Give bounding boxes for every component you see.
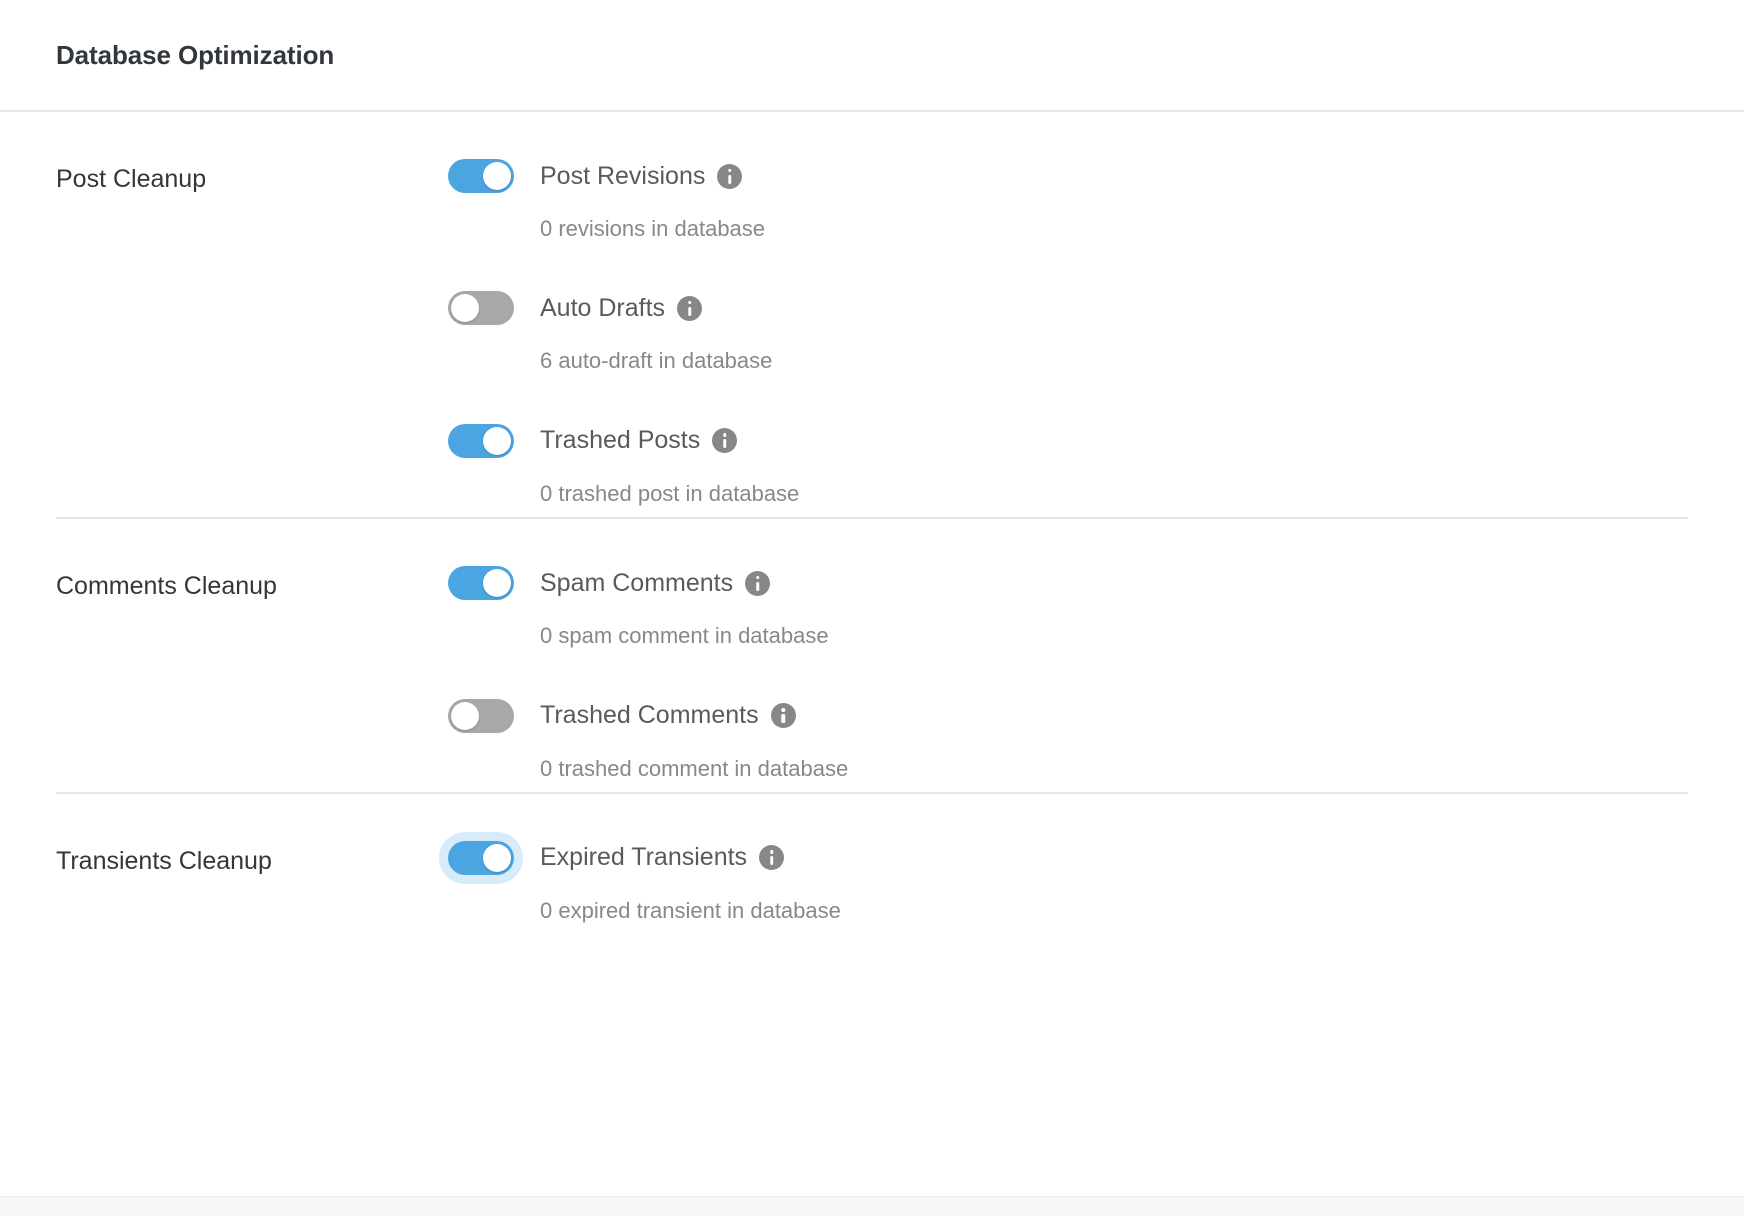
toggle-switch[interactable] xyxy=(448,159,514,193)
toggle-switch[interactable] xyxy=(448,840,514,875)
setting-field-row: Spam Comments xyxy=(448,565,1688,601)
toggle-switch[interactable] xyxy=(448,698,514,733)
settings-section: Comments Cleanup Spam Comments 0 spam comm… xyxy=(0,517,1744,792)
info-icon[interactable] xyxy=(745,570,771,596)
section-label-cell: Transients Cleanup xyxy=(56,794,448,876)
setting-field: Auto Drafts 6 auto-draft in database xyxy=(448,290,1688,374)
page-title: Database Optimization xyxy=(56,39,335,70)
section-label-cell: Comments Cleanup xyxy=(56,519,448,601)
section-fields: Post Revisions 0 revisions in database Aut… xyxy=(448,112,1688,517)
setting-label: Post Revisions xyxy=(540,161,706,190)
setting-field-row: Trashed Posts xyxy=(448,423,1688,459)
section-label-cell: Post Cleanup xyxy=(56,112,448,194)
section-inner: Comments Cleanup Spam Comments 0 spam comm… xyxy=(56,517,1688,792)
setting-description: 0 expired transient in database xyxy=(540,897,841,923)
setting-field-row: Auto Drafts xyxy=(448,290,1688,326)
toggle-switch[interactable] xyxy=(448,423,514,458)
setting-field: Post Revisions 0 revisions in database xyxy=(448,158,1688,242)
panel-header: Database Optimization xyxy=(0,0,1744,112)
toggle-knob xyxy=(483,162,511,190)
setting-description: 0 revisions in database xyxy=(540,216,766,241)
toggle-knob xyxy=(483,843,511,872)
setting-label: Auto Drafts xyxy=(540,293,666,322)
setting-label: Trashed Posts xyxy=(540,426,701,455)
setting-description: 6 auto-draft in database xyxy=(540,348,773,374)
settings-sections: Post Cleanup Post Revisions 0 revisions in… xyxy=(0,112,1744,934)
info-icon[interactable] xyxy=(677,295,703,321)
footer-strip xyxy=(0,1196,1744,1216)
section-label: Post Cleanup xyxy=(56,165,207,193)
setting-description: 0 trashed post in database xyxy=(540,480,800,506)
section-inner: Transients Cleanup Expired Transients 0 ex… xyxy=(56,791,1688,934)
section-inner: Post Cleanup Post Revisions 0 revisions in… xyxy=(56,112,1688,517)
info-icon[interactable] xyxy=(759,845,785,871)
setting-field: Spam Comments 0 spam comment in database xyxy=(448,565,1688,649)
setting-label: Expired Transients xyxy=(540,843,748,872)
section-fields: Spam Comments 0 spam comment in database T… xyxy=(448,519,1688,792)
setting-field-row: Post Revisions xyxy=(448,158,1688,194)
setting-description: 0 trashed comment in database xyxy=(540,755,849,781)
setting-field: Trashed Posts 0 trashed post in database xyxy=(448,423,1688,507)
info-icon[interactable] xyxy=(712,428,738,454)
toggle-switch[interactable] xyxy=(448,291,514,326)
toggle-knob xyxy=(483,569,511,598)
settings-section: Post Cleanup Post Revisions 0 revisions in… xyxy=(0,112,1744,517)
setting-field-row: Trashed Comments xyxy=(448,698,1688,734)
settings-section: Transients Cleanup Expired Transients 0 ex… xyxy=(0,791,1744,934)
toggle-knob xyxy=(483,426,511,455)
setting-field: Expired Transients 0 expired transient in… xyxy=(448,840,1688,924)
info-icon[interactable] xyxy=(770,703,796,729)
setting-field-row: Expired Transients xyxy=(448,840,1688,876)
section-fields: Expired Transients 0 expired transient in… xyxy=(448,794,1688,934)
toggle-knob xyxy=(451,701,479,730)
setting-label: Trashed Comments xyxy=(540,701,759,730)
setting-field: Trashed Comments 0 trashed comment in dat… xyxy=(448,698,1688,782)
setting-description: 0 spam comment in database xyxy=(540,623,829,649)
setting-label: Spam Comments xyxy=(540,568,734,597)
toggle-switch[interactable] xyxy=(448,566,514,601)
section-label: Transients Cleanup xyxy=(56,846,272,875)
section-label: Comments Cleanup xyxy=(56,572,277,601)
info-icon[interactable] xyxy=(717,163,743,189)
